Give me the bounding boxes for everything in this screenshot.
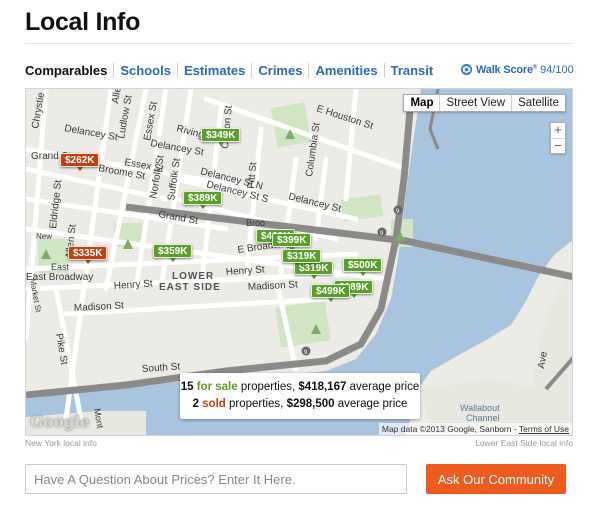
property-pin[interactable]: $359K (153, 244, 193, 262)
tab-schools[interactable]: Schools (114, 63, 177, 78)
svg-text:New: New (36, 232, 52, 241)
svg-text:East: East (51, 262, 70, 272)
map-attribution: Map data ©2013 Google, Sanborn - Terms o… (378, 423, 572, 435)
terms-of-use-link[interactable]: Terms of Use (519, 424, 569, 434)
property-pin[interactable]: $335K (68, 246, 108, 264)
tab-crimes[interactable]: Crimes (252, 63, 308, 78)
page-title: Local Info (25, 8, 141, 36)
map-type-satellite-button[interactable]: Satellite (511, 95, 565, 111)
property-pin[interactable]: $262K (60, 153, 100, 171)
property-pin[interactable]: $500K (343, 258, 383, 276)
local-info-tabs: Comparables Schools Estimates Crimes Ame… (25, 61, 439, 79)
walkscore-label: Walk Score® (476, 63, 538, 76)
property-pin[interactable]: $349K (201, 128, 241, 146)
property-pin[interactable]: $499K (311, 284, 351, 302)
walkscore-link[interactable]: Walk Score® 94/100 (460, 63, 574, 76)
map-type-map-button[interactable]: Map (404, 95, 439, 111)
google-logo[interactable]: Google (30, 412, 90, 431)
lower-east-side-local-info-link[interactable]: Lower East Side local info (475, 438, 573, 448)
new-york-local-info-link[interactable]: New York local info (25, 438, 97, 448)
comparables-map[interactable]: 9 9 9 E Houston St Delancey St Rivington… (25, 88, 573, 436)
sold-summary-line: 2 sold properties, $298,500 average pric… (192, 398, 408, 410)
zoom-out-button[interactable]: − (551, 138, 565, 153)
walkscore-icon (460, 63, 473, 76)
sale-summary-line: 15 for sale properties, $418,167 average… (180, 381, 420, 393)
svg-text:Channel: Channel (466, 413, 500, 423)
title-divider (25, 43, 573, 44)
svg-text:Wallabout: Wallabout (460, 403, 500, 413)
zoom-in-button[interactable]: + (551, 123, 565, 138)
svg-text:EAST SIDE: EAST SIDE (159, 282, 221, 293)
tab-estimates[interactable]: Estimates (178, 63, 251, 78)
question-input[interactable] (25, 464, 407, 494)
map-type-control: Map Street View Satellite (403, 94, 566, 112)
tab-transit[interactable]: Transit (385, 63, 440, 78)
ask-community-button[interactable]: Ask Our Community (426, 464, 566, 494)
comparables-summary: 15 for sale properties, $418,167 average… (180, 373, 420, 419)
tab-amenities[interactable]: Amenities (309, 63, 383, 78)
property-pin[interactable]: $319K (282, 249, 322, 267)
svg-text:Pitt St: Pitt St (246, 162, 259, 190)
svg-text:Broo: Broo (246, 218, 265, 228)
property-pin[interactable]: $399K (272, 233, 312, 251)
property-pin[interactable]: $389K (183, 191, 223, 209)
map-type-street-view-button[interactable]: Street View (439, 95, 511, 111)
svg-text:LOWER: LOWER (172, 271, 214, 282)
walkscore-score: 94/100 (540, 63, 574, 76)
tab-comparables[interactable]: Comparables (25, 63, 113, 78)
zoom-control: + − (550, 122, 566, 154)
